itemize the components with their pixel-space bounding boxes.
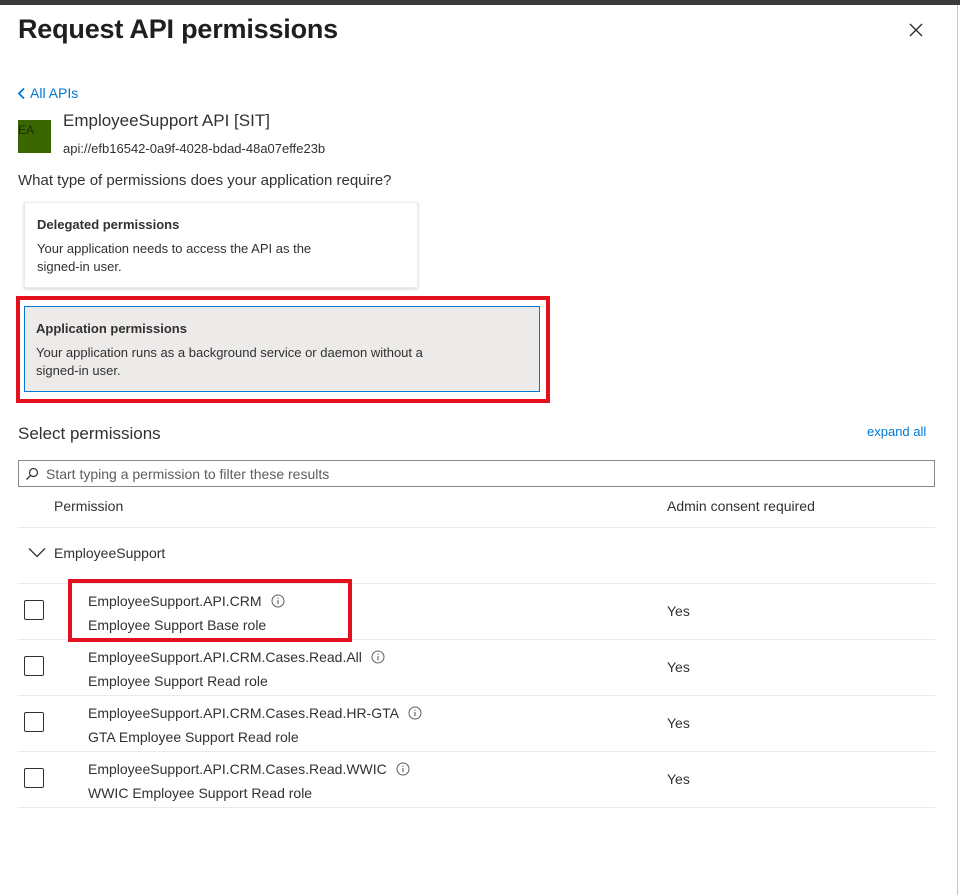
expand-all-link[interactable]: expand all	[867, 424, 926, 439]
admin-consent-value: Yes	[667, 715, 690, 731]
group-toggle-employeesupport[interactable]: EmployeeSupport	[28, 545, 165, 561]
search-icon	[25, 467, 39, 481]
application-permissions-card[interactable]: Application permissions Your application…	[24, 306, 540, 392]
permission-name: EmployeeSupport.API.CRM.Cases.Read.All	[88, 649, 362, 665]
close-button[interactable]	[902, 18, 930, 46]
permission-search-box[interactable]	[18, 460, 935, 487]
application-permissions-title: Application permissions	[36, 321, 187, 336]
admin-consent-value: Yes	[667, 771, 690, 787]
permission-checkbox[interactable]	[24, 712, 44, 732]
all-apis-back-link[interactable]: All APIs	[17, 85, 78, 101]
permission-column-header: Permission	[54, 498, 124, 514]
api-uri: api://efb16542-0a9f-4028-bdad-48a07effe2…	[63, 141, 326, 156]
row-divider	[18, 807, 935, 808]
delegated-permissions-title: Delegated permissions	[37, 217, 180, 232]
permission-type-question: What type of permissions does your appli…	[18, 172, 392, 189]
info-icon[interactable]	[396, 762, 410, 776]
info-icon[interactable]	[271, 594, 285, 608]
permission-name: EmployeeSupport.API.CRM.Cases.Read.WWIC	[88, 761, 387, 777]
select-permissions-title: Select permissions	[18, 424, 161, 443]
panel-edge	[957, 5, 958, 895]
info-icon[interactable]	[408, 706, 422, 720]
api-avatar-initials: EA	[18, 123, 35, 137]
permission-row: EmployeeSupport.API.CRM.Cases.Read.HR-GT…	[18, 695, 935, 751]
admin-consent-column-header: Admin consent required	[667, 498, 815, 514]
permission-row: EmployeeSupport.API.CRM Employee Support…	[18, 583, 935, 639]
permission-name: EmployeeSupport.API.CRM	[88, 593, 262, 609]
permission-name-wrap: EmployeeSupport.API.CRM	[88, 593, 285, 609]
chevron-left-icon	[17, 86, 27, 100]
delegated-permissions-description: Your application needs to access the API…	[37, 241, 312, 274]
permission-checkbox[interactable]	[24, 656, 44, 676]
chevron-down-icon	[28, 547, 46, 559]
api-name: EmployeeSupport API [SIT]	[63, 111, 270, 130]
admin-consent-value: Yes	[667, 659, 690, 675]
permission-description: WWIC Employee Support Read role	[88, 785, 313, 801]
permission-description: Employee Support Read role	[88, 673, 268, 689]
permission-name-wrap: EmployeeSupport.API.CRM.Cases.Read.WWIC	[88, 761, 410, 777]
permission-description: Employee Support Base role	[88, 617, 267, 633]
permission-name-wrap: EmployeeSupport.API.CRM.Cases.Read.HR-GT…	[88, 705, 422, 721]
close-icon	[908, 22, 924, 43]
permission-name: EmployeeSupport.API.CRM.Cases.Read.HR-GT…	[88, 705, 399, 721]
permission-description: GTA Employee Support Read role	[88, 729, 299, 745]
admin-consent-value: Yes	[667, 603, 690, 619]
permission-row: EmployeeSupport.API.CRM.Cases.Read.WWIC …	[18, 751, 935, 807]
group-label: EmployeeSupport	[54, 545, 166, 561]
header-divider	[18, 527, 935, 528]
permission-row: EmployeeSupport.API.CRM.Cases.Read.All E…	[18, 639, 935, 695]
delegated-permissions-card[interactable]: Delegated permissions Your application n…	[24, 202, 418, 288]
info-icon[interactable]	[371, 650, 385, 664]
permission-name-wrap: EmployeeSupport.API.CRM.Cases.Read.All	[88, 649, 385, 665]
application-permissions-description: Your application runs as a background se…	[36, 345, 423, 378]
permission-checkbox[interactable]	[24, 600, 44, 620]
top-frame-bar	[0, 0, 960, 5]
panel-title: Request API permissions	[18, 14, 338, 44]
all-apis-label: All APIs	[30, 85, 79, 101]
permission-checkbox[interactable]	[24, 768, 44, 788]
permission-search-input[interactable]	[46, 465, 934, 482]
api-avatar: EA	[18, 120, 51, 153]
